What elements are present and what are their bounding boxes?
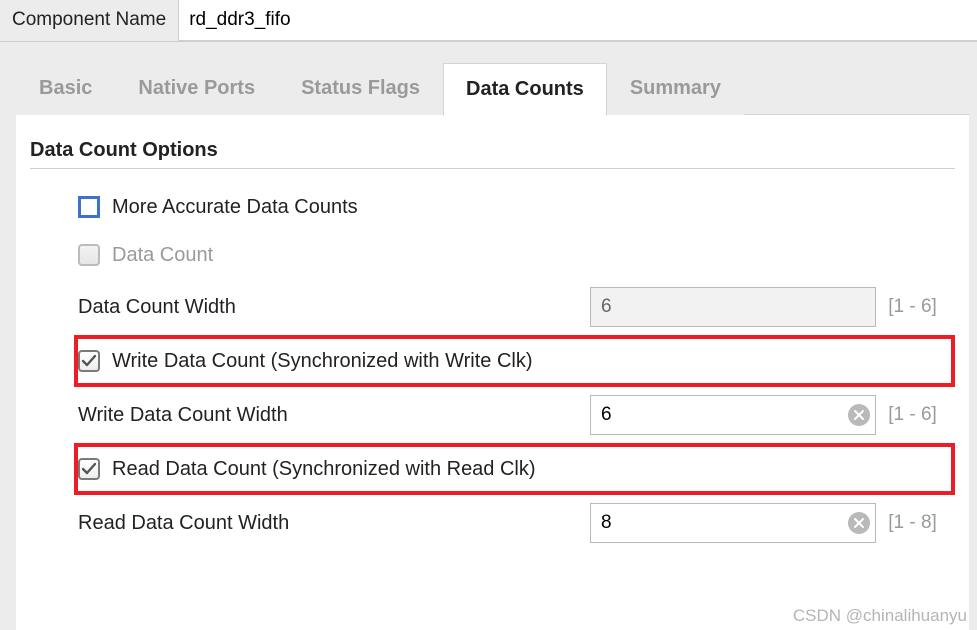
- checkbox-read-data-count[interactable]: [78, 458, 100, 480]
- checkbox-write-data-count[interactable]: [78, 350, 100, 372]
- tab-summary[interactable]: Summary: [607, 62, 744, 115]
- tab-content: Data Count Options More Accurate Data Co…: [16, 114, 969, 630]
- option-read-data-count-label: Read Data Count (Synchronized with Read …: [112, 458, 536, 481]
- checkmark-icon: [81, 461, 97, 477]
- checkmark-icon: [81, 353, 97, 369]
- clear-icon[interactable]: [848, 404, 870, 426]
- tab-status-flags[interactable]: Status Flags: [278, 62, 443, 115]
- field-write-dc-width: Write Data Count Width [1 - 6]: [78, 387, 955, 443]
- field-read-dc-width: Read Data Count Width [1 - 8]: [78, 495, 955, 551]
- field-data-count-width: Data Count Width [1 - 6]: [78, 279, 955, 335]
- tabs-container: Basic Native Ports Status Flags Data Cou…: [0, 42, 977, 630]
- option-write-data-count[interactable]: Write Data Count (Synchronized with Writ…: [74, 335, 955, 387]
- checkbox-more-accurate[interactable]: [78, 196, 100, 218]
- write-dc-width-range: [1 - 6]: [888, 404, 955, 426]
- write-dc-width-label: Write Data Count Width: [78, 404, 578, 427]
- tab-basic[interactable]: Basic: [16, 62, 115, 115]
- component-name-label: Component Name: [0, 0, 178, 41]
- section-divider: [30, 168, 955, 169]
- data-count-width-input: [590, 287, 876, 327]
- option-more-accurate[interactable]: More Accurate Data Counts: [78, 183, 955, 231]
- tab-data-counts[interactable]: Data Counts: [443, 63, 607, 116]
- read-dc-width-label: Read Data Count Width: [78, 512, 578, 535]
- option-data-count: Data Count: [78, 231, 955, 279]
- option-read-data-count[interactable]: Read Data Count (Synchronized with Read …: [74, 443, 955, 495]
- tab-bar: Basic Native Ports Status Flags Data Cou…: [16, 62, 969, 115]
- option-write-data-count-label: Write Data Count (Synchronized with Writ…: [112, 350, 533, 373]
- checkbox-data-count: [78, 244, 100, 266]
- section-title: Data Count Options: [30, 139, 955, 162]
- component-name-input[interactable]: [178, 0, 977, 41]
- data-count-width-range: [1 - 6]: [888, 296, 955, 318]
- write-dc-width-input[interactable]: [590, 395, 876, 435]
- read-dc-width-input[interactable]: [590, 503, 876, 543]
- option-data-count-label: Data Count: [112, 244, 213, 267]
- tab-native-ports[interactable]: Native Ports: [115, 62, 278, 115]
- option-more-accurate-label: More Accurate Data Counts: [112, 196, 358, 219]
- read-dc-width-range: [1 - 8]: [888, 512, 955, 534]
- data-count-width-label: Data Count Width: [78, 296, 578, 319]
- component-name-row: Component Name: [0, 0, 977, 42]
- clear-icon[interactable]: [848, 512, 870, 534]
